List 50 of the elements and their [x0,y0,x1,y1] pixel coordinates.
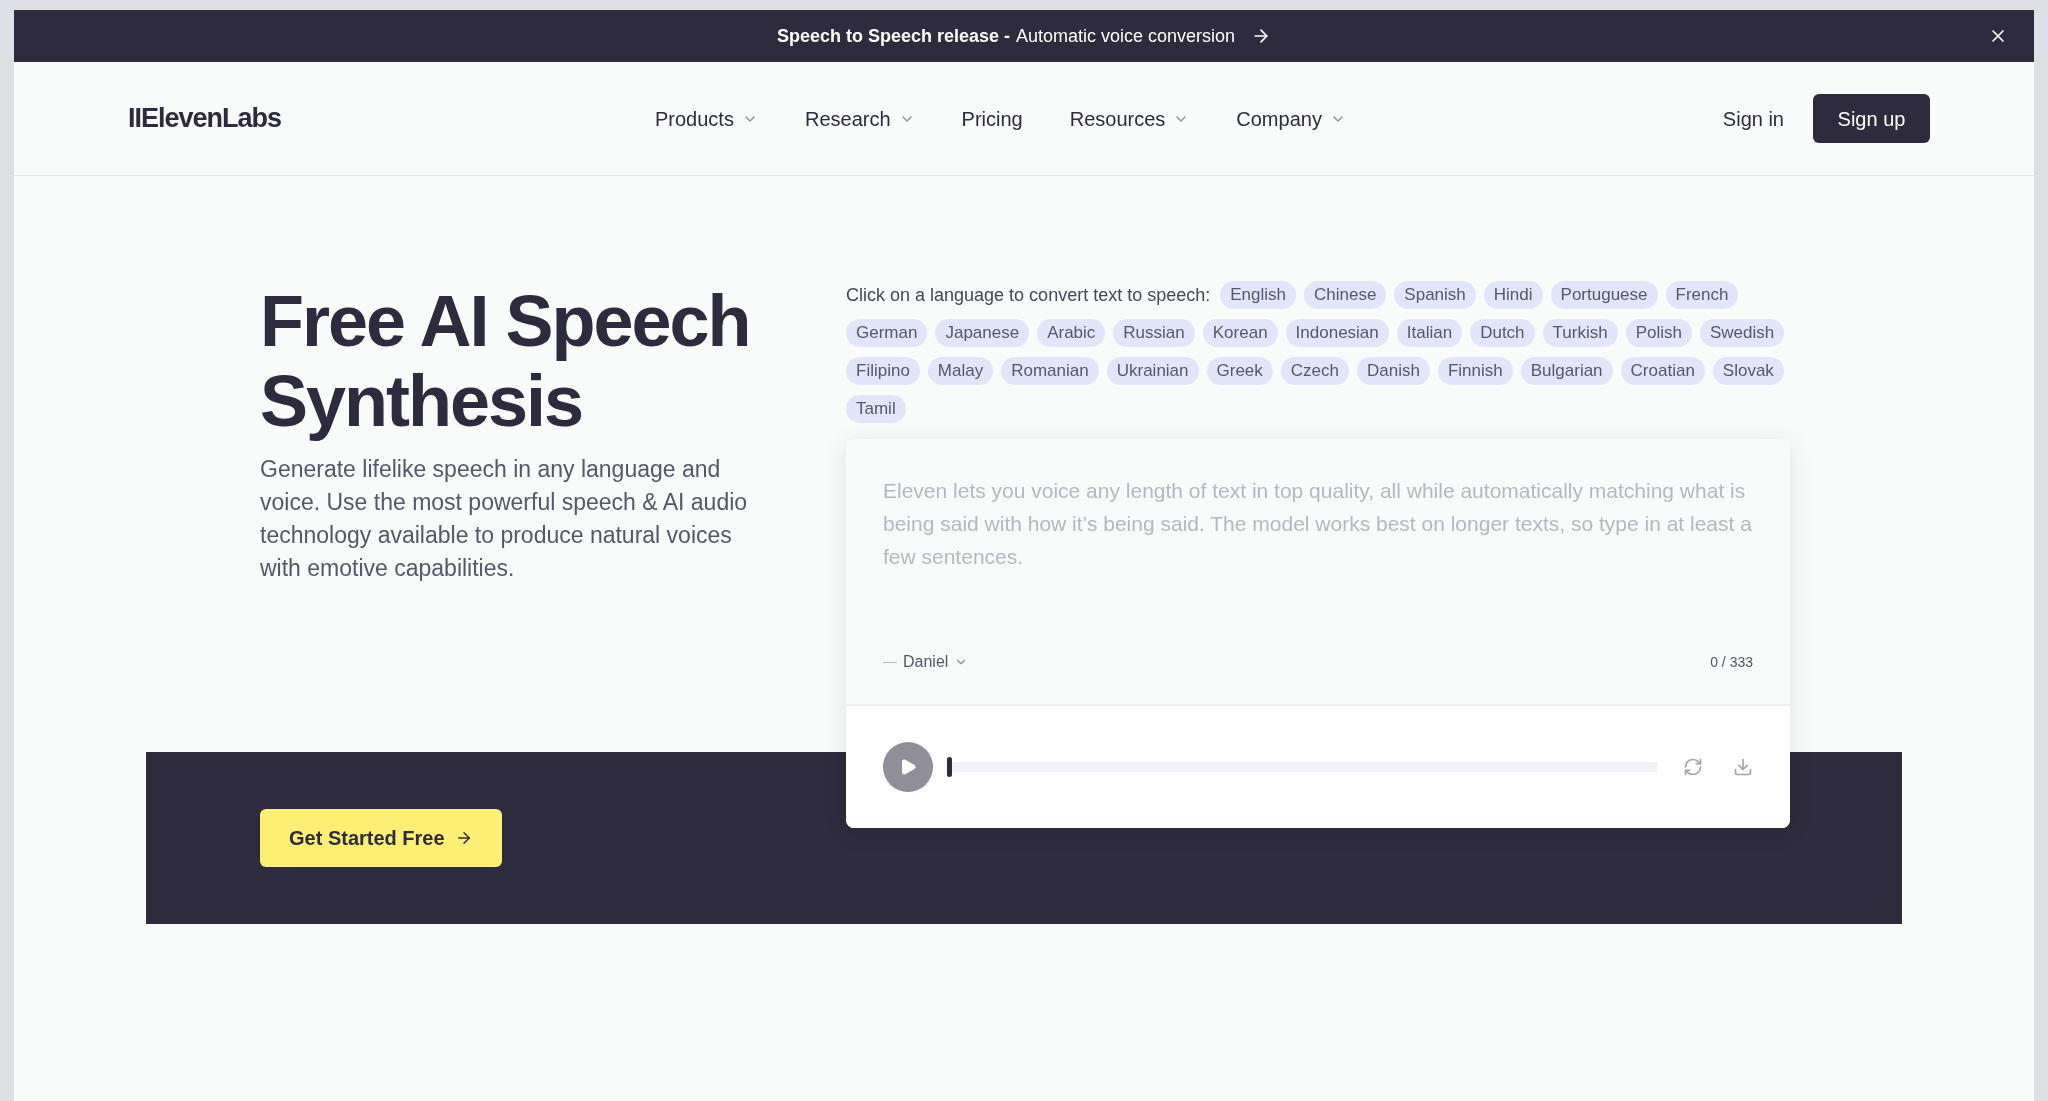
hero-description: Generate lifelike speech in any language and voice. Use the most powerful speech & AI audio technology available to produce natural voices with emotive capabilities. [260,455,749,583]
language-chip[interactable]: Romanian [1001,357,1099,385]
language-chip[interactable]: Spanish [1394,281,1476,309]
language-chip[interactable]: German [846,319,928,347]
progress-handle[interactable] [947,757,952,777]
language-chip[interactable]: Swedish [1700,319,1785,347]
language-chip[interactable]: Czech [1280,357,1349,385]
language-chip[interactable]: Polish [1625,319,1692,347]
nav-menu-item[interactable]: Pricing [961,103,1023,134]
refresh-icon[interactable] [1683,757,1703,777]
language-chip[interactable]: Tamil [846,395,906,423]
language-chip[interactable]: Portuguese [1550,281,1658,309]
nav-menu-item[interactable]: Research [804,103,915,134]
language-chip[interactable]: Danish [1357,357,1430,385]
language-chip[interactable]: Italian [1396,319,1463,347]
language-chip[interactable]: Malay [927,357,994,385]
language-chip[interactable]: Croatian [1620,357,1705,385]
language-chip[interactable]: Slovak [1712,357,1784,385]
nav-menu-item[interactable]: Company [1236,103,1346,134]
language-prompt: Click on a language to convert text to speech: [846,283,1211,307]
play-icon [899,758,917,776]
sign-in-link[interactable]: Sign in [1722,103,1784,134]
language-chip[interactable]: Bulgarian [1520,357,1613,385]
language-chip[interactable]: Arabic [1037,319,1106,347]
language-chip[interactable]: English [1220,281,1296,309]
nav-menu-item[interactable]: Resources [1069,103,1190,134]
language-chip[interactable]: Dutch [1470,319,1535,347]
hero-title: Free AI Speech [260,281,751,361]
language-chip[interactable]: Chinese [1304,281,1387,309]
language-chip[interactable]: Indonesian [1285,319,1389,347]
nav-menu-item[interactable]: Products [655,103,758,134]
language-chip[interactable]: Greek [1206,357,1273,385]
language-chip[interactable]: Filipino [846,357,920,385]
language-chip[interactable]: Hindi [1483,281,1543,309]
language-chip[interactable]: French [1665,281,1739,309]
language-chip[interactable]: Ukrainian [1106,357,1199,385]
download-icon[interactable] [1733,757,1753,777]
sign-up-button[interactable]: Sign up [1813,94,1930,143]
language-chip[interactable]: Russian [1113,319,1195,347]
language-chip[interactable]: Korean [1202,319,1278,347]
voice-selector[interactable]: Daniel [883,650,969,674]
logo[interactable]: IIElevenLabs [128,98,655,139]
hero-title: Synthesis [260,361,584,441]
play-button[interactable] [883,742,933,792]
announcement-text[interactable]: Speech to Speech release - Automatic voice conversion [776,22,1236,50]
language-chip[interactable]: Finnish [1437,357,1513,385]
character-counter: 0 / 333 [1710,652,1753,672]
language-chip[interactable]: Japanese [935,319,1030,347]
language-chip[interactable]: Turkish [1542,319,1618,347]
get-started-button[interactable]: Get Started Free [260,809,502,867]
